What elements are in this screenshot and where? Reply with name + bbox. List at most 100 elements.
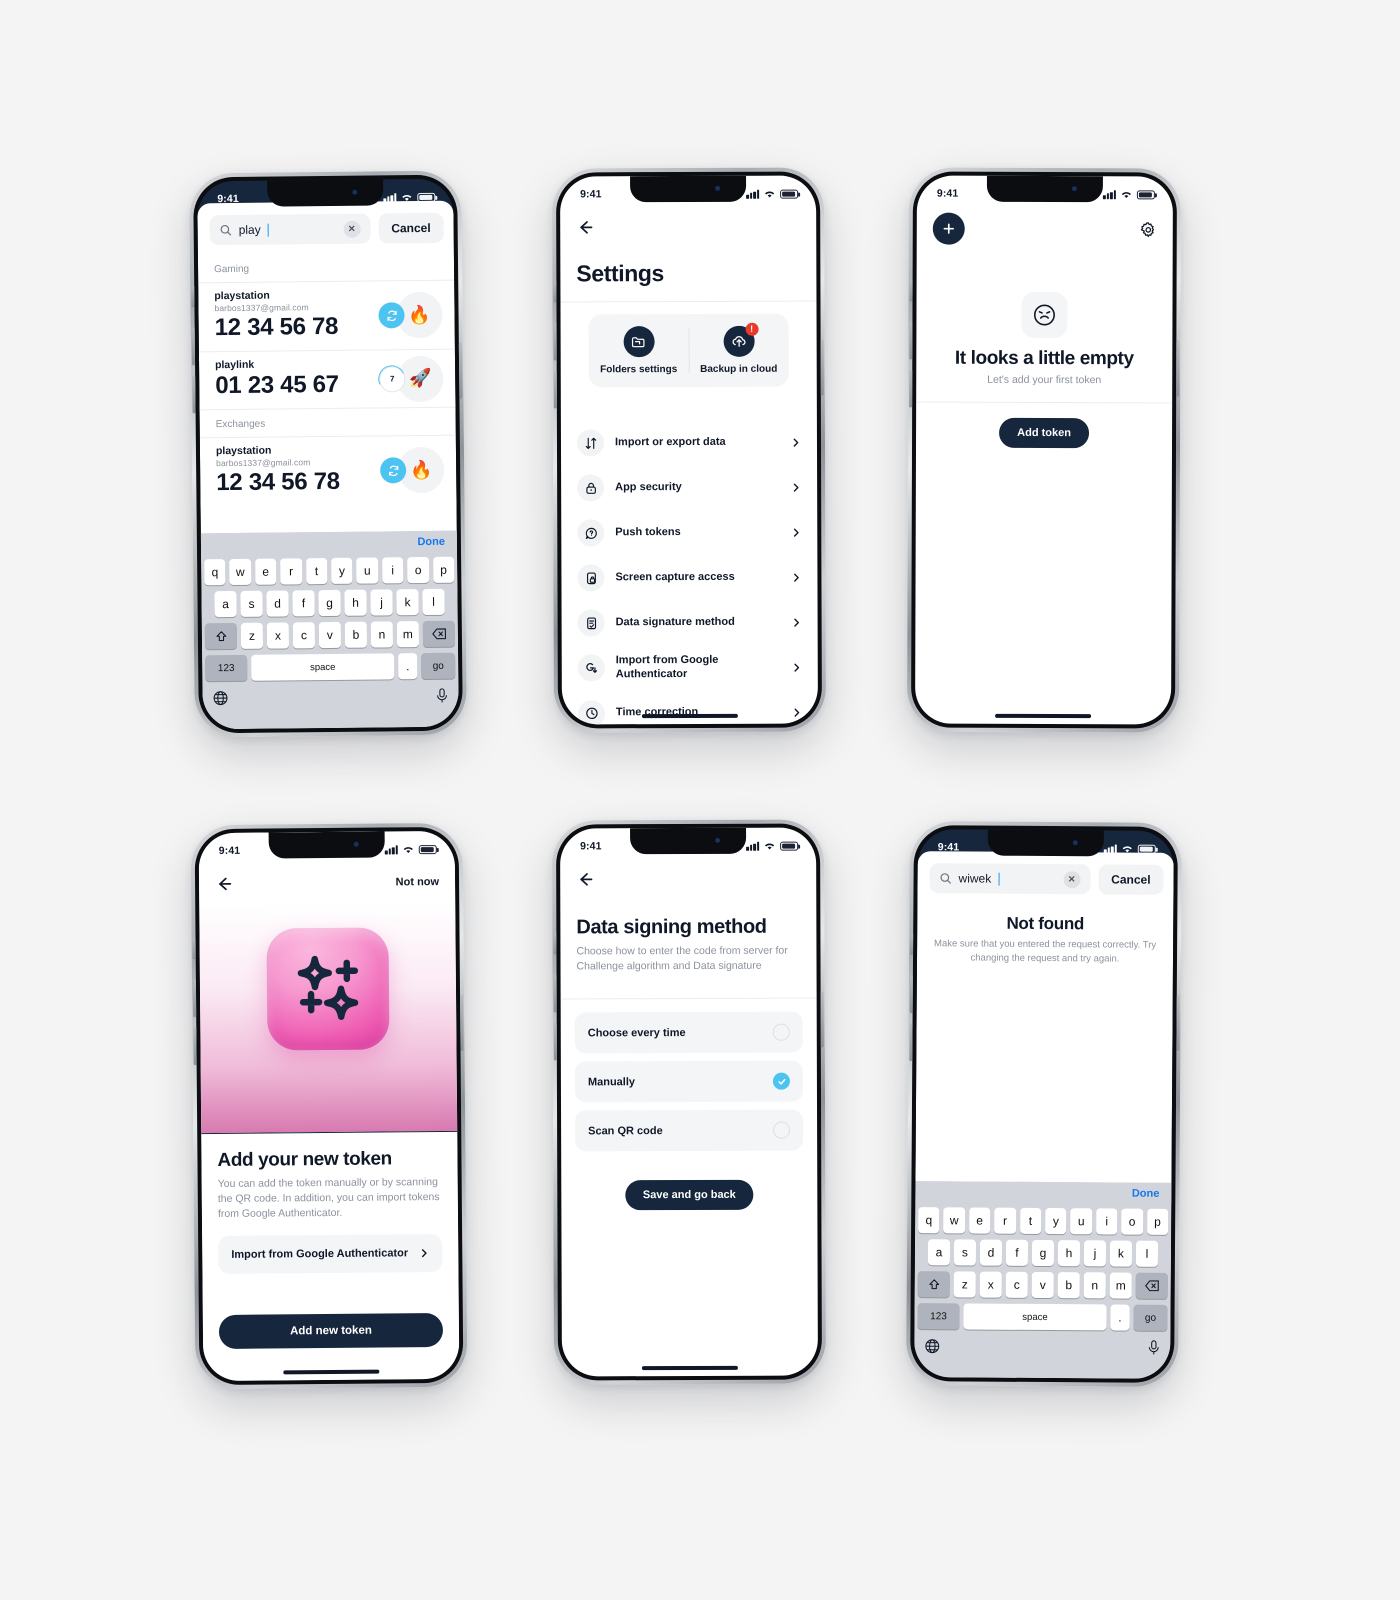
add-token-fab[interactable]	[932, 212, 965, 245]
sidebar-item-data-signature[interactable]: Data signature method	[562, 600, 818, 646]
mute-switch[interactable]	[553, 280, 557, 303]
backspace-icon[interactable]	[422, 620, 456, 648]
not-now-button[interactable]: Not now	[396, 876, 439, 888]
key-z[interactable]: z	[240, 622, 264, 649]
key-l[interactable]: l	[422, 588, 445, 616]
key-v[interactable]: v	[1031, 1271, 1054, 1299]
globe-icon[interactable]	[212, 690, 228, 706]
key-period[interactable]: .	[1110, 1304, 1130, 1331]
key-go[interactable]: go	[1133, 1304, 1168, 1331]
volume-up-button[interactable]	[553, 974, 557, 1013]
power-button[interactable]	[820, 991, 824, 1048]
power-button[interactable]	[460, 994, 464, 1051]
power-button[interactable]	[1176, 994, 1180, 1051]
back-arrow-icon[interactable]	[576, 870, 594, 888]
key-b[interactable]: b	[344, 621, 368, 648]
volume-up-button[interactable]	[909, 321, 913, 360]
key-j[interactable]: j	[370, 589, 393, 616]
key-v[interactable]: v	[318, 621, 342, 649]
key-z[interactable]: z	[953, 1271, 976, 1298]
key-x[interactable]: x	[266, 622, 290, 649]
key-p[interactable]: p	[1146, 1208, 1169, 1235]
option-manually[interactable]: Manually	[574, 1060, 803, 1103]
sidebar-item-time-correction[interactable]: Time correction	[562, 690, 818, 725]
keyboard[interactable]: Done q w e r t y u i o p a s d f g h j k…	[200, 530, 459, 730]
back-arrow-icon[interactable]	[215, 875, 233, 893]
key-p[interactable]: p	[432, 556, 455, 583]
key-u[interactable]: u	[356, 557, 379, 584]
power-button[interactable]	[820, 339, 824, 396]
key-o[interactable]: o	[407, 556, 429, 584]
key-space[interactable]: space	[963, 1303, 1107, 1331]
key-a[interactable]: a	[927, 1239, 951, 1266]
search-input[interactable]: play ✕	[209, 213, 371, 246]
volume-down-button[interactable]	[553, 370, 557, 409]
volume-up-button[interactable]	[909, 975, 913, 1014]
volume-up-button[interactable]	[191, 327, 196, 366]
volume-down-button[interactable]	[193, 1027, 197, 1066]
key-y[interactable]: y	[1045, 1208, 1067, 1235]
key-d[interactable]: d	[979, 1239, 1003, 1266]
mute-switch[interactable]	[910, 933, 914, 956]
key-n[interactable]: n	[370, 621, 394, 648]
backspace-icon[interactable]	[1135, 1272, 1168, 1299]
power-button[interactable]	[458, 342, 463, 399]
sidebar-item-screen-capture[interactable]: Screen capture access	[561, 555, 817, 601]
add-token-button[interactable]: Add token	[999, 417, 1090, 449]
token-row[interactable]: playstation barbos1337@gmail.com 12 34 5…	[200, 436, 457, 507]
key-c[interactable]: c	[1005, 1271, 1028, 1298]
key-w[interactable]: w	[943, 1207, 966, 1234]
key-j[interactable]: j	[1083, 1240, 1107, 1267]
power-button[interactable]	[1176, 340, 1180, 397]
sidebar-item-app-security[interactable]: App security	[561, 465, 817, 511]
key-numbers[interactable]: 123	[917, 1303, 960, 1330]
key-b[interactable]: b	[1057, 1272, 1080, 1299]
key-r[interactable]: r	[280, 558, 302, 585]
mute-switch[interactable]	[909, 279, 913, 302]
cancel-button[interactable]: Cancel	[378, 212, 444, 244]
mute-switch[interactable]	[191, 285, 195, 308]
key-x[interactable]: x	[979, 1271, 1002, 1298]
key-k[interactable]: k	[396, 589, 419, 616]
sidebar-item-import-google-authenticator[interactable]: Import from Google Authenticator	[562, 645, 818, 691]
key-s[interactable]: s	[240, 590, 263, 617]
search-input[interactable]: wiwek ✕	[929, 863, 1091, 895]
microphone-icon[interactable]	[435, 688, 448, 704]
token-row[interactable]: playlink 01 23 45 67 🚀 7	[199, 350, 456, 410]
key-a[interactable]: a	[214, 590, 237, 618]
key-go[interactable]: go	[421, 652, 456, 680]
sidebar-item-push-tokens[interactable]: Push tokens	[561, 510, 817, 556]
globe-icon[interactable]	[924, 1338, 940, 1354]
option-choose-every-time[interactable]: Choose every time	[574, 1011, 803, 1054]
key-c[interactable]: c	[292, 622, 316, 649]
token-row[interactable]: playstation barbos1337@gmail.com 12 34 5…	[198, 281, 455, 352]
volume-down-button[interactable]	[909, 369, 913, 408]
clear-icon[interactable]: ✕	[1063, 870, 1081, 888]
back-arrow-icon[interactable]	[576, 218, 594, 236]
key-t[interactable]: t	[1019, 1207, 1042, 1234]
key-period[interactable]: .	[398, 653, 418, 680]
radio-unselected-icon[interactable]	[772, 1023, 790, 1041]
clear-icon[interactable]: ✕	[343, 220, 361, 238]
key-numbers[interactable]: 123	[205, 654, 248, 682]
key-n[interactable]: n	[1083, 1272, 1106, 1299]
sidebar-item-import-export[interactable]: Import or export data	[561, 420, 817, 466]
key-f[interactable]: f	[292, 590, 315, 617]
key-f[interactable]: f	[1005, 1239, 1029, 1266]
key-i[interactable]: i	[1095, 1208, 1118, 1235]
add-new-token-button[interactable]: Add new token	[218, 1313, 444, 1349]
key-s[interactable]: s	[953, 1239, 977, 1266]
radio-unselected-icon[interactable]	[773, 1121, 791, 1139]
tile-backup-in-cloud[interactable]: ! Backup in cloud	[689, 322, 789, 375]
key-m[interactable]: m	[396, 621, 420, 648]
volume-down-button[interactable]	[909, 1023, 913, 1062]
mute-switch[interactable]	[553, 932, 557, 955]
key-space[interactable]: space	[251, 653, 395, 681]
option-scan-qr-code[interactable]: Scan QR code	[575, 1109, 804, 1152]
keyboard[interactable]: Done q w e r t y u i o p a s d f g h j k…	[914, 1181, 1172, 1379]
key-d[interactable]: d	[266, 590, 289, 617]
key-t[interactable]: t	[305, 558, 328, 585]
key-e[interactable]: e	[254, 558, 277, 585]
tile-folders-settings[interactable]: Folders settings	[589, 326, 689, 375]
key-q[interactable]: q	[918, 1207, 940, 1234]
